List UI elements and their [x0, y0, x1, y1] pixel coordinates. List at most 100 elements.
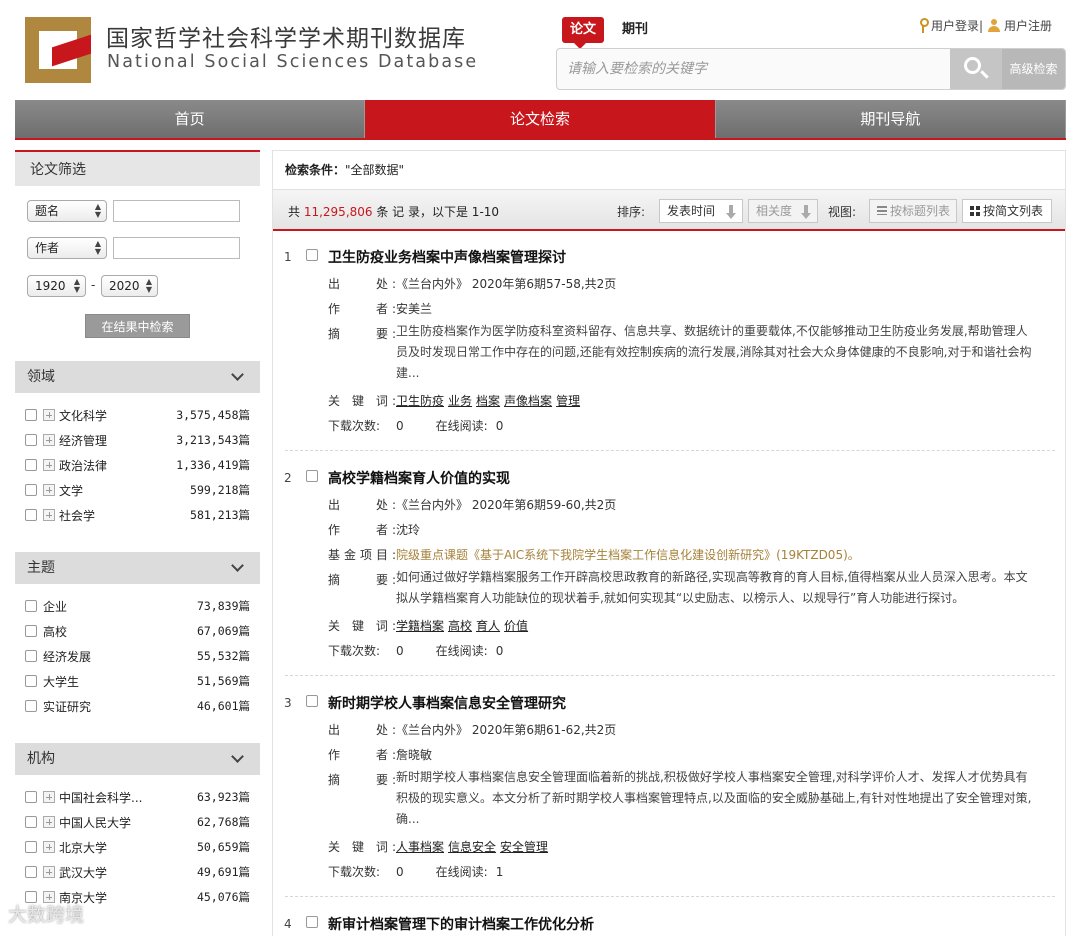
- search-input[interactable]: [557, 49, 949, 89]
- keyword-link[interactable]: 高校: [448, 619, 472, 633]
- facet-item-label[interactable]: 文化科学: [59, 407, 107, 424]
- facet-item[interactable]: 文学 599,218篇: [25, 480, 260, 500]
- year-to-select[interactable]: 2020 ▲ ▼: [101, 275, 158, 297]
- facet-item-label[interactable]: 政治法律: [59, 457, 107, 474]
- facet-header[interactable]: 机构: [15, 743, 260, 775]
- expand-icon[interactable]: [43, 816, 55, 828]
- facet-item[interactable]: 政治法律 1,336,419篇: [25, 455, 260, 475]
- author-filter-input[interactable]: [113, 237, 240, 259]
- facet-item[interactable]: 武汉大学 49,691篇: [25, 862, 260, 882]
- checkbox[interactable]: [25, 791, 37, 803]
- facet-item[interactable]: 高校 67,069篇: [25, 621, 260, 641]
- facet-item[interactable]: 中国社会科学... 63,923篇: [25, 787, 260, 807]
- result-checkbox[interactable]: [306, 695, 318, 707]
- expand-icon[interactable]: [43, 434, 55, 446]
- facet-item-label[interactable]: 经济发展: [43, 648, 91, 665]
- field-select-title[interactable]: 题名 ▲ ▼: [27, 200, 107, 222]
- facet-item-label[interactable]: 文学: [59, 482, 83, 499]
- facet-item-label[interactable]: 中国社会科学...: [59, 789, 142, 806]
- facet-item-label[interactable]: 企业: [43, 598, 67, 615]
- result-checkbox[interactable]: [306, 249, 318, 261]
- facet-item-label[interactable]: 北京大学: [59, 839, 107, 856]
- checkbox[interactable]: [25, 675, 37, 687]
- keyword-link[interactable]: 卫生防疫: [396, 394, 444, 408]
- expand-icon[interactable]: [43, 866, 55, 878]
- facet-item[interactable]: 经济管理 3,213,543篇: [25, 430, 260, 450]
- facet-header[interactable]: 主题: [15, 552, 260, 584]
- facet-item-label[interactable]: 中国人民大学: [59, 814, 131, 831]
- checkbox[interactable]: [25, 434, 37, 446]
- site-logo[interactable]: [25, 17, 91, 83]
- result-title[interactable]: 卫生防疫业务档案中声像档案管理探讨: [328, 247, 566, 267]
- checkbox[interactable]: [25, 459, 37, 471]
- expand-icon[interactable]: [43, 791, 55, 803]
- keyword-link[interactable]: 业务: [448, 394, 472, 408]
- keyword-link[interactable]: 学籍档案: [396, 619, 444, 633]
- expand-icon[interactable]: [43, 409, 55, 421]
- checkbox[interactable]: [25, 600, 37, 612]
- facet-item[interactable]: 中国人民大学 62,768篇: [25, 812, 260, 832]
- facet-item[interactable]: 经济发展 55,532篇: [25, 646, 260, 666]
- login-link[interactable]: 用户登录|: [931, 19, 983, 33]
- view-title-list-button[interactable]: 按标题列表: [869, 199, 957, 223]
- checkbox[interactable]: [25, 816, 37, 828]
- keyword-link[interactable]: 安全管理: [500, 840, 548, 854]
- facet-item[interactable]: 社会学 581,213篇: [25, 505, 260, 525]
- facet-item-label[interactable]: 高校: [43, 623, 67, 640]
- chevron-down-icon[interactable]: [231, 368, 244, 381]
- title-filter-input[interactable]: [113, 200, 240, 222]
- result-title[interactable]: 新时期学校人事档案信息安全管理研究: [328, 693, 566, 713]
- facet-item-label[interactable]: 经济管理: [59, 432, 107, 449]
- result-checkbox[interactable]: [306, 916, 318, 928]
- author-value[interactable]: 沈玲: [396, 521, 420, 538]
- keyword-link[interactable]: 档案: [476, 394, 500, 408]
- facet-item-label[interactable]: 实证研究: [43, 698, 91, 715]
- checkbox[interactable]: [25, 841, 37, 853]
- keyword-link[interactable]: 管理: [556, 394, 580, 408]
- checkbox[interactable]: [25, 484, 37, 496]
- result-title[interactable]: 高校学籍档案育人价值的实现: [328, 468, 510, 488]
- advanced-search-button[interactable]: 高级检索: [1002, 49, 1065, 89]
- author-value[interactable]: 安美兰: [396, 300, 432, 317]
- checkbox[interactable]: [25, 650, 37, 662]
- keyword-link[interactable]: 育人: [476, 619, 500, 633]
- author-value[interactable]: 詹晓敏: [396, 746, 432, 763]
- search-in-results-button[interactable]: 在结果中检索: [85, 314, 190, 338]
- facet-item-label[interactable]: 武汉大学: [59, 864, 107, 881]
- search-type-journal[interactable]: 期刊: [614, 17, 656, 43]
- view-abstract-list-button[interactable]: 按简文列表: [962, 199, 1052, 223]
- nav-journal-navigation[interactable]: 期刊导航: [715, 100, 1066, 138]
- facet-item-label[interactable]: 社会学: [59, 507, 95, 524]
- keyword-link[interactable]: 信息安全: [448, 840, 496, 854]
- facet-item[interactable]: 大学生 51,569篇: [25, 671, 260, 691]
- checkbox[interactable]: [25, 866, 37, 878]
- sort-by-relevance-button[interactable]: 相关度: [748, 199, 818, 223]
- facet-item[interactable]: 实证研究 46,601篇: [25, 696, 260, 716]
- search-type-paper[interactable]: 论文: [562, 17, 605, 49]
- nav-paper-search[interactable]: 论文检索: [365, 100, 716, 138]
- source-value[interactable]: 《兰台内外》 2020年第6期57-58,共2页: [396, 275, 616, 292]
- sort-by-time-button[interactable]: 发表时间: [659, 199, 743, 223]
- keyword-link[interactable]: 人事档案: [396, 840, 444, 854]
- source-value[interactable]: 《兰台内外》 2020年第6期61-62,共2页: [396, 721, 616, 738]
- checkbox[interactable]: [25, 409, 37, 421]
- result-title[interactable]: 新审计档案管理下的审计档案工作优化分析: [328, 914, 594, 934]
- checkbox[interactable]: [25, 700, 37, 712]
- checkbox[interactable]: [25, 509, 37, 521]
- checkbox[interactable]: [25, 625, 37, 637]
- expand-icon[interactable]: [43, 484, 55, 496]
- year-from-select[interactable]: 1920 ▲ ▼: [27, 275, 86, 297]
- facet-item-label[interactable]: 大学生: [43, 673, 79, 690]
- facet-item[interactable]: 文化科学 3,575,458篇: [25, 405, 260, 425]
- register-link[interactable]: 用户注册: [1004, 19, 1052, 33]
- field-select-author[interactable]: 作者 ▲ ▼: [27, 237, 107, 259]
- source-value[interactable]: 《兰台内外》 2020年第6期59-60,共2页: [396, 496, 616, 513]
- chevron-down-icon[interactable]: [231, 559, 244, 572]
- facet-header[interactable]: 领域: [15, 361, 260, 393]
- expand-icon[interactable]: [43, 459, 55, 471]
- expand-icon[interactable]: [43, 841, 55, 853]
- facet-item[interactable]: 北京大学 50,659篇: [25, 837, 260, 857]
- keyword-link[interactable]: 声像档案: [504, 394, 552, 408]
- nav-home[interactable]: 首页: [15, 100, 366, 138]
- expand-icon[interactable]: [43, 509, 55, 521]
